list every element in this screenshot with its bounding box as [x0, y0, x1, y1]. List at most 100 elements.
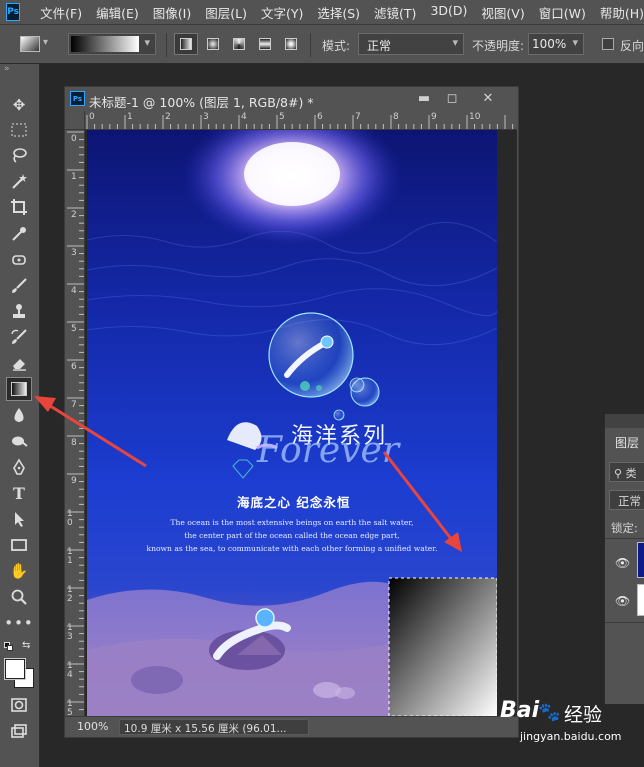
radial-gradient-button[interactable]	[202, 33, 224, 55]
eye-icon[interactable]: 👁	[615, 594, 630, 608]
gradient-tool-icon[interactable]	[6, 377, 32, 401]
options-divider	[310, 33, 311, 57]
mode-select[interactable]: 正常 ▾	[358, 33, 464, 55]
menu-edit[interactable]: 编辑(E)	[96, 3, 139, 22]
linear-gradient-button[interactable]	[174, 33, 198, 55]
foreground-color-swatch[interactable]	[4, 658, 26, 680]
v-ruler-label: 14	[67, 661, 73, 680]
v-ruler-label: 0	[71, 134, 77, 144]
close-icon[interactable]: ✕	[475, 89, 501, 107]
angle-gradient-button[interactable]	[228, 33, 250, 55]
layer-thumbnail[interactable]	[637, 542, 644, 578]
crop-tool-icon[interactable]	[8, 196, 30, 218]
ruler-origin[interactable]	[65, 111, 85, 130]
search-icon: ⚲	[614, 467, 623, 480]
baidu-watermark: Bai 🐾 经验 jingyan.baidu.com	[498, 694, 638, 746]
v-ruler-label: 2	[71, 210, 77, 220]
swap-colors-icon[interactable]: ⇆	[22, 640, 30, 651]
minimize-icon[interactable]: ▬	[411, 89, 437, 107]
quick-mask-icon[interactable]	[8, 694, 30, 716]
v-ruler-label: 11	[67, 547, 73, 566]
menu-type[interactable]: 文字(Y)	[261, 3, 303, 22]
dodge-tool-icon[interactable]	[8, 430, 30, 452]
h-ruler-label: 5	[279, 112, 285, 122]
v-ruler-label: 10	[67, 509, 73, 528]
brush-tool-icon[interactable]	[8, 275, 30, 297]
hand-tool-icon[interactable]: ✋	[8, 560, 30, 582]
layer-thumbnail[interactable]	[637, 584, 644, 616]
photoshop-logo[interactable]: Ps	[6, 3, 21, 21]
v-ruler-label: 3	[71, 248, 77, 258]
menu-file[interactable]: 文件(F)	[40, 3, 82, 22]
move-tool-icon[interactable]: ✥	[8, 94, 30, 116]
magic-wand-tool-icon[interactable]	[8, 170, 30, 192]
menu-window[interactable]: 窗口(W)	[539, 3, 586, 22]
panel-header	[605, 414, 644, 428]
h-ruler-label: 0	[89, 112, 95, 122]
layer-filter-label: 类	[625, 467, 637, 480]
blend-mode-select[interactable]: 正常	[609, 490, 644, 510]
layers-tab[interactable]: 图层	[615, 434, 639, 451]
v-ruler-label: 4	[71, 286, 77, 296]
canvas-area[interactable]: 海洋系列 Forever 海底之心 纪念永恒 The ocean is the …	[85, 130, 517, 716]
chevron-down-icon: ▾	[144, 36, 150, 49]
poster-body-line: The ocean is the most extensive beings o…	[170, 518, 414, 527]
document-size-info[interactable]: 10.9 厘米 x 15.56 厘米 (96.01...	[119, 719, 309, 735]
eyedropper-tool-icon[interactable]	[8, 223, 30, 245]
marquee-tool-icon[interactable]	[8, 119, 30, 141]
menu-image[interactable]: 图像(I)	[153, 3, 191, 22]
vertical-ruler[interactable]: 0 1 2 3 4 5 6 7 8 9 10 11 12 13 14 15	[65, 130, 85, 716]
layer-filter-input[interactable]: ⚲ 类	[609, 462, 644, 482]
document-window: Ps 未标题-1 @ 100% (图层 1, RGB/8#) * ▬ ◻ ✕ 0…	[64, 86, 519, 738]
zoom-level[interactable]: 100%	[77, 720, 108, 733]
poster-subtitle: 海底之心 纪念永恒	[237, 495, 351, 510]
screen-mode-icon[interactable]	[8, 720, 30, 742]
poster-body: The ocean is the most extensive beings o…	[87, 516, 497, 555]
menu-3d[interactable]: 3D(D)	[430, 3, 467, 22]
reverse-checkbox[interactable]	[602, 38, 614, 50]
type-tool-icon[interactable]: T	[8, 482, 30, 504]
history-brush-tool-icon[interactable]	[8, 326, 30, 348]
poster-artboard[interactable]: 海洋系列 Forever 海底之心 纪念永恒 The ocean is the …	[87, 130, 497, 716]
maximize-icon[interactable]: ◻	[439, 89, 465, 107]
eraser-tool-icon[interactable]	[8, 352, 30, 374]
reflected-gradient-button[interactable]	[254, 33, 276, 55]
blur-tool-icon[interactable]	[8, 404, 30, 426]
v-ruler-label: 5	[71, 324, 77, 334]
path-selection-tool-icon[interactable]	[8, 508, 30, 530]
h-ruler-label: 10	[469, 112, 481, 122]
healing-brush-tool-icon[interactable]	[8, 249, 30, 271]
pen-tool-icon[interactable]	[8, 456, 30, 478]
menu-help[interactable]: 帮助(H)	[600, 3, 644, 22]
zoom-tool-icon[interactable]	[8, 586, 30, 608]
document-title-bar[interactable]: Ps 未标题-1 @ 100% (图层 1, RGB/8#) * ▬ ◻ ✕	[65, 87, 518, 111]
toolbar: » ✥ T ✋ ••• ⇆	[0, 64, 40, 767]
watermark-url: jingyan.baidu.com	[520, 730, 622, 743]
opacity-input[interactable]: 100% ▾	[528, 33, 584, 55]
h-ruler-label: 9	[431, 112, 437, 122]
clone-stamp-tool-icon[interactable]	[8, 300, 30, 322]
menu-filter[interactable]: 滤镜(T)	[374, 3, 416, 22]
gradient-fill-selection[interactable]	[389, 578, 497, 716]
diamond-gradient-button[interactable]	[280, 33, 302, 55]
rectangle-tool-icon[interactable]	[8, 534, 30, 556]
default-colors-icon[interactable]	[4, 642, 13, 651]
tool-preset-chevron-icon[interactable]: ▾	[43, 37, 48, 48]
menu-layer[interactable]: 图层(L)	[205, 3, 247, 22]
v-ruler-label: 8	[71, 438, 77, 448]
panel-divider	[605, 622, 644, 623]
horizontal-ruler[interactable]: 0 1 2 3 4 5 6 7 8 9 10	[85, 111, 517, 130]
v-ruler-label: 12	[67, 585, 73, 604]
reflected-gradient-icon	[259, 38, 271, 50]
eye-icon[interactable]: 👁	[615, 556, 630, 570]
toolbar-collapse-icon[interactable]: »	[4, 64, 10, 74]
lock-label: 锁定:	[611, 521, 638, 535]
more-tools-icon[interactable]: •••	[4, 612, 33, 634]
radial-gradient-icon	[207, 38, 219, 50]
menu-select[interactable]: 选择(S)	[317, 3, 360, 22]
tool-preset-icon[interactable]	[20, 36, 40, 52]
menu-view[interactable]: 视图(V)	[481, 3, 524, 22]
document-ps-icon: Ps	[70, 91, 85, 106]
gradient-picker[interactable]: ▾	[68, 33, 156, 55]
lasso-tool-icon[interactable]	[8, 144, 30, 166]
